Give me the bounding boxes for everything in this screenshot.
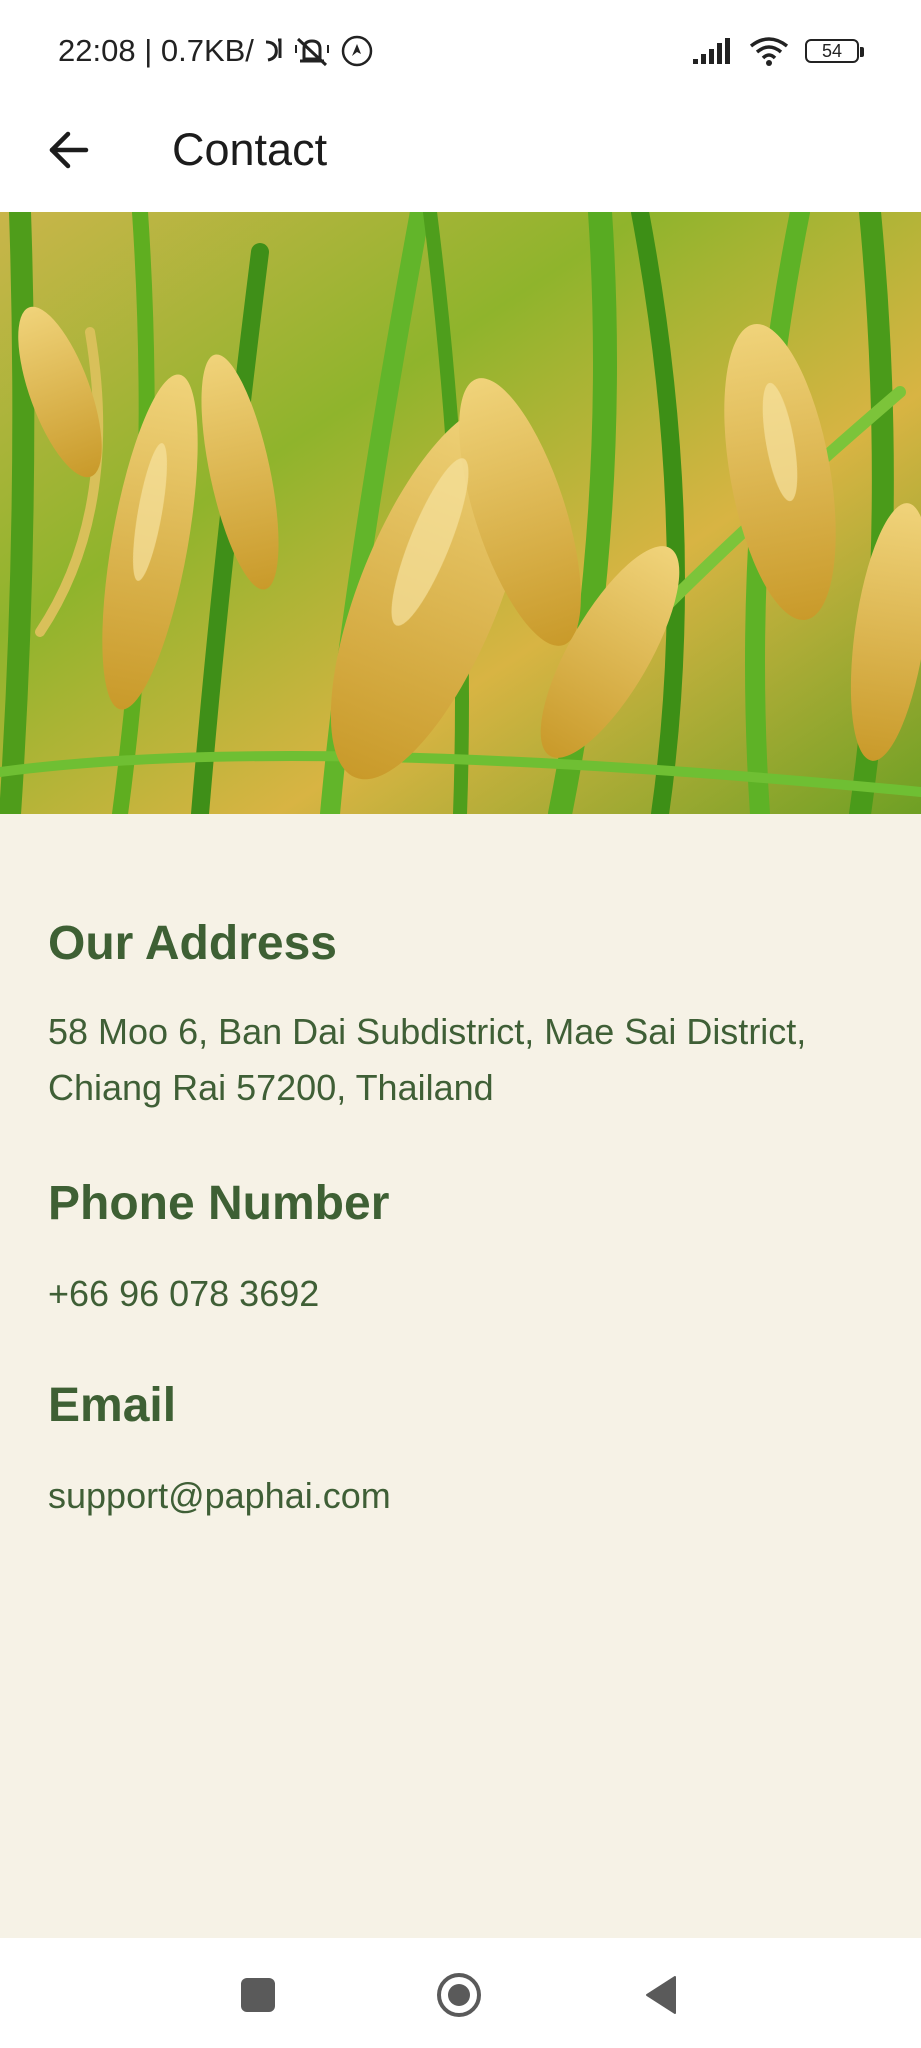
wifi-calling-icon xyxy=(262,36,284,66)
contact-content: Our Address 58 Moo 6, Ban Dai Subdistric… xyxy=(0,814,921,1938)
system-nav-bar xyxy=(0,1938,921,2048)
status-bar: 22:08 | 0.7KB/ 54 xyxy=(0,0,921,100)
status-left: 22:08 | 0.7KB/ xyxy=(58,30,374,72)
home-icon xyxy=(437,1973,481,2017)
recent-apps-button[interactable] xyxy=(233,1970,283,2020)
phone-number[interactable]: +66 96 078 3692 xyxy=(48,1266,878,1322)
status-time-speed: 22:08 | 0.7KB/ xyxy=(58,33,254,68)
address-text: 58 Moo 6, Ban Dai Subdistrict, Mae Sai D… xyxy=(48,1011,807,1108)
app-bar: Contact xyxy=(0,100,921,212)
email-address[interactable]: support@paphai.com xyxy=(48,1468,878,1524)
recent-apps-icon xyxy=(241,1978,275,2012)
email-section: Email support@paphai.com xyxy=(48,1376,878,1524)
muted-bell-icon xyxy=(292,35,332,67)
page-title: Contact xyxy=(172,124,328,175)
rice-field-image xyxy=(0,212,921,814)
back-button[interactable] xyxy=(36,118,100,182)
wifi-icon xyxy=(749,36,789,66)
address-section: Our Address 58 Moo 6, Ban Dai Subdistric… xyxy=(48,914,878,1116)
phone-section: Phone Number +66 96 078 3692 xyxy=(48,1174,878,1322)
battery-icon: 54 xyxy=(805,39,864,63)
system-back-button[interactable] xyxy=(636,1970,686,2020)
address-heading: Our Address xyxy=(48,917,337,970)
back-triangle-icon xyxy=(646,1976,676,2014)
email-heading: Email xyxy=(48,1379,177,1432)
signal-icon xyxy=(691,37,733,65)
battery-level: 54 xyxy=(821,40,843,61)
arrow-left-icon xyxy=(49,131,89,169)
phone-heading: Phone Number xyxy=(48,1177,390,1230)
app-notification-icon xyxy=(340,34,374,68)
home-button[interactable] xyxy=(434,1970,484,2020)
status-right: 54 xyxy=(691,30,864,72)
